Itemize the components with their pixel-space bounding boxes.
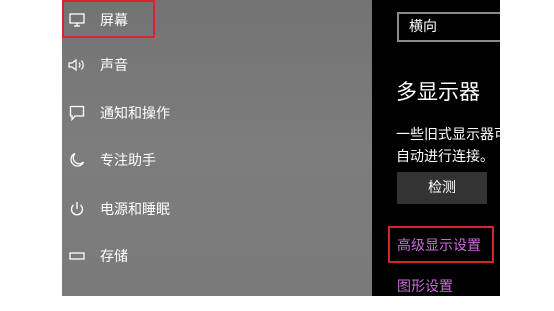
notification-icon [68, 104, 86, 122]
sidebar-item-notifications[interactable]: 通知和操作 [62, 93, 372, 133]
sidebar-item-display[interactable]: 屏幕 [62, 0, 372, 40]
sidebar-item-storage[interactable]: 存储 [62, 236, 372, 276]
storage-icon [68, 247, 86, 265]
graphics-settings-link[interactable]: 图形设置 [397, 276, 453, 296]
settings-window: 屏幕 声音 通知和操作 专注助手 电源和睡眠 存储 横向 多显示器 一些旧式显示… [0, 0, 554, 311]
sidebar-item-label: 屏幕 [100, 13, 128, 29]
sidebar-item-power-sleep[interactable]: 电源和睡眠 [62, 189, 372, 229]
moon-icon [68, 151, 86, 169]
multi-display-heading: 多显示器 [396, 80, 480, 104]
monitor-icon [68, 11, 86, 29]
sidebar-item-label: 声音 [100, 58, 128, 74]
speaker-icon [68, 56, 86, 74]
sidebar-item-sound[interactable]: 声音 [62, 45, 372, 85]
sidebar-item-label: 电源和睡眠 [100, 202, 170, 218]
orientation-dropdown[interactable]: 横向 [397, 12, 500, 42]
sidebar-item-label: 专注助手 [100, 153, 156, 169]
sidebar-item-label: 存储 [100, 249, 128, 265]
sidebar-item-focus-assist[interactable]: 专注助手 [62, 140, 372, 180]
sidebar-item-label: 通知和操作 [100, 106, 170, 122]
detect-button[interactable]: 检测 [397, 172, 487, 204]
display-settings-pane: 横向 多显示器 一些旧式显示器可能不会自动进行连接。 检测 高级显示设置 图形设… [372, 0, 500, 296]
advanced-display-settings-link[interactable]: 高级显示设置 [397, 235, 481, 255]
orientation-value: 横向 [409, 19, 437, 35]
multi-display-description: 一些旧式显示器可能不会自动进行连接。 [396, 127, 500, 165]
power-icon [68, 200, 86, 218]
